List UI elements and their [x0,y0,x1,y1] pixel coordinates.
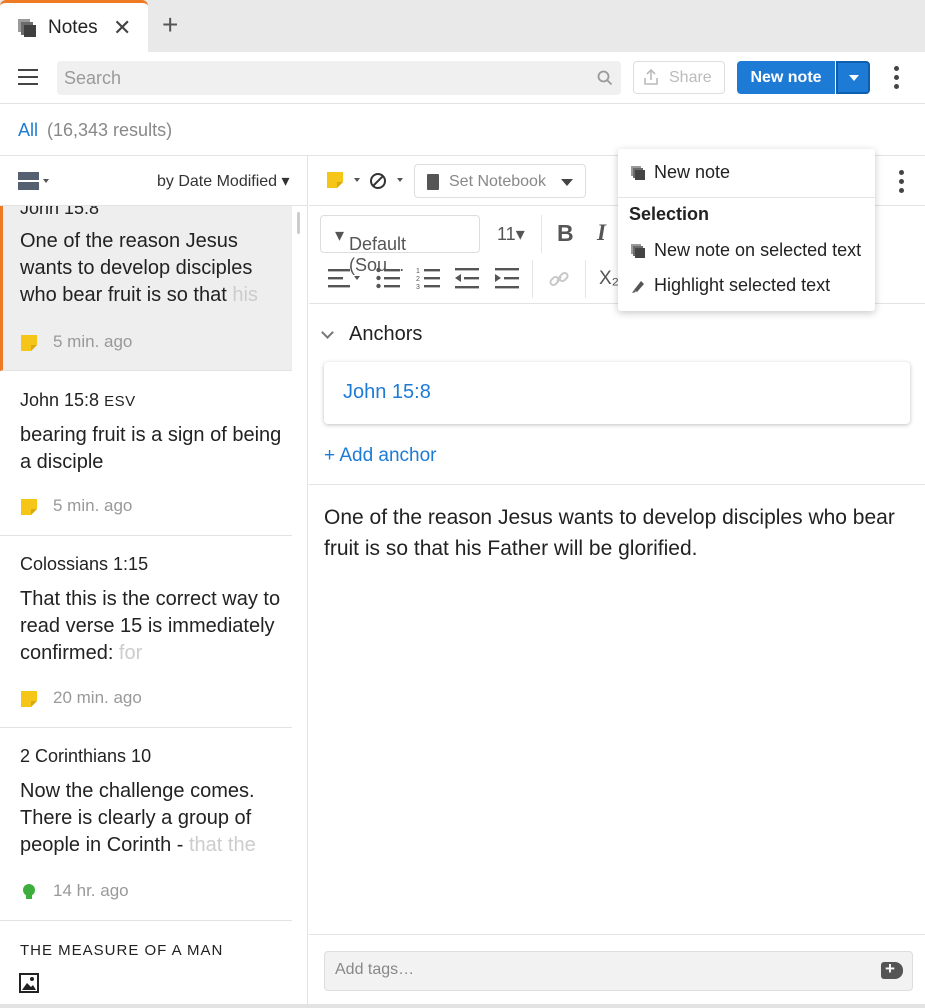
notebook-label: Set Notebook [449,173,546,190]
list-header: by Date Modified ▾ [0,156,307,206]
tab-title: Notes [48,17,98,38]
note-time: 20 min. ago [53,688,142,707]
notes-list: John 15:8 One of the reason Jesus wants … [0,206,292,1004]
note-reference: THE MEASURE OF A MAN [20,942,224,959]
anchors-section: Anchors John 15:8 + Add anchor [309,304,925,485]
list-item[interactable]: Colossians 1:15 That this is the correct… [0,536,292,728]
more-options-icon[interactable] [894,66,900,93]
no-highlight-icon[interactable] [370,172,406,190]
new-note-menu: New note Selection New note on selected … [618,149,875,311]
list-scrollbar[interactable] [297,212,300,234]
note-time: 5 min. ago [53,332,133,351]
add-tab-button[interactable]: + [162,9,178,41]
share-button[interactable]: Share [633,61,725,94]
note-time: 5 min. ago [53,496,133,515]
search-input[interactable] [64,65,584,91]
hamburger-menu-icon[interactable] [18,69,38,85]
align-left-icon[interactable] [328,268,364,288]
menu-divider [618,197,875,198]
share-label: Share [669,69,712,86]
note-reference: Colossians 1:15 [20,554,149,574]
menu-item-new-note-selected[interactable]: New note on selected text [618,233,875,267]
list-item[interactable]: THE MEASURE OF A MAN [0,921,292,1004]
main-toolbar: Share New note [0,52,925,104]
notebook-icon [427,174,439,190]
notes-list-pane: by Date Modified ▾ John 15:8 One of the … [0,156,308,1004]
list-item[interactable]: John 15:8 ESV bearing fruit is a sign of… [0,372,292,536]
font-size-select[interactable]: 11▾ [497,224,525,245]
tags-field: + [324,951,913,991]
new-note-dropdown-button[interactable] [836,61,870,94]
sort-label: by Date Modified [157,173,278,190]
note-style-icon[interactable] [327,172,367,190]
bottom-border [0,1004,925,1008]
anchors-title: Anchors [349,323,423,345]
font-family-select[interactable]: Default (Sou… ▾ [320,215,480,275]
search-icon[interactable] [597,70,613,86]
search-box [57,61,621,95]
image-icon [19,973,39,993]
note-reference: John 15:8 [20,206,100,218]
indent-icon[interactable] [495,267,519,289]
note-preview: bearing fruit is a sign of being a disci… [20,424,282,473]
tab-bar: Notes ✕ + [0,0,925,52]
menu-item-new-note[interactable]: New note [618,155,875,189]
svg-text:1: 1 [416,268,420,275]
sticky-note-icon [21,499,37,515]
svg-text:2: 2 [416,276,420,283]
note-preview: Now the challenge comes. There is clearl… [20,780,256,856]
note-preview: That this is the correct way to read ver… [20,588,281,664]
close-tab-icon[interactable]: ✕ [113,15,131,41]
bold-button[interactable]: B [557,220,574,247]
sticky-note-icon [21,335,37,351]
add-anchor-link[interactable]: + Add anchor [324,445,437,467]
divider [541,215,542,253]
filter-all-link[interactable]: All [18,120,38,141]
list-item[interactable]: 2 Corinthians 10 Now the challenge comes… [0,728,292,921]
note-reference: 2 Corinthians 10 [20,746,152,766]
note-reference: John 15:8 ESV [20,390,136,410]
collapse-chevron-icon[interactable] [321,326,334,339]
tab-notes[interactable]: Notes ✕ [0,0,148,52]
set-notebook-dropdown[interactable]: Set Notebook [414,164,586,198]
divider [532,260,533,298]
notes-icon [631,244,645,258]
italic-button[interactable]: I [597,220,606,246]
sticky-note-icon [21,691,37,707]
note-preview: One of the reason Jesus wants to develop… [20,230,258,306]
editor-more-icon[interactable] [899,170,905,197]
svg-text:3: 3 [416,284,420,289]
caret-down-icon [849,75,859,81]
lightbulb-icon [23,884,35,899]
new-note-button[interactable]: New note [737,61,835,94]
notes-icon [631,166,645,180]
view-mode-icon[interactable] [18,171,50,191]
link-icon[interactable] [549,269,569,289]
subscript-button[interactable]: X₂ [599,268,619,290]
sort-dropdown[interactable]: by Date Modified ▾ [157,171,290,191]
notes-icon [18,19,36,37]
notes-app: Share New note All (16,343 results) by D… [0,52,925,1004]
add-tag-icon[interactable]: + [881,959,903,979]
tags-bar: + [309,934,925,1004]
bullet-list-icon[interactable] [376,267,400,289]
numbered-list-icon[interactable]: 1 2 3 [416,267,440,289]
tags-input[interactable] [335,961,855,979]
list-item[interactable]: John 15:8 One of the reason Jesus wants … [0,206,292,371]
outdent-icon[interactable] [455,267,479,289]
menu-section-title: Selection [629,204,710,224]
share-icon [644,69,658,85]
anchor-reference-link[interactable]: John 15:8 [343,381,431,404]
note-content-editor[interactable]: One of the reason Jesus wants to develop… [324,502,914,564]
caret-down-icon [561,179,573,186]
note-time: 14 hr. ago [53,881,129,900]
results-count: (16,343 results) [47,120,173,140]
divider [585,260,586,298]
menu-item-highlight-selected[interactable]: Highlight selected text [618,268,875,302]
anchor-card[interactable]: John 15:8 [324,362,910,424]
highlighter-icon [632,281,644,293]
